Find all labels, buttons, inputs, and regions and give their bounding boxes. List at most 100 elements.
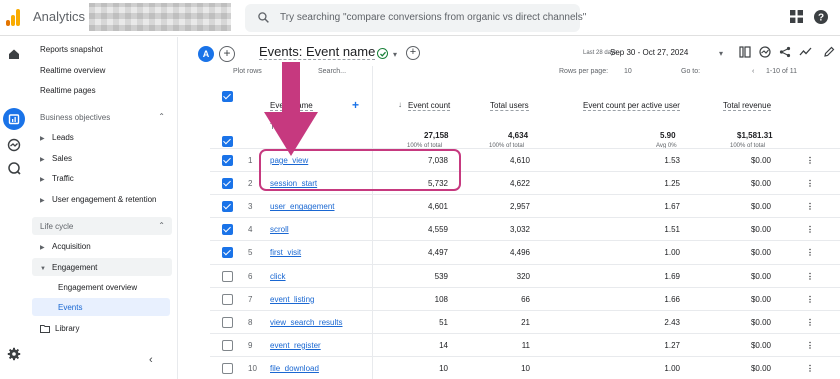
table-row[interactable]: 5 first_visit 4,497 4,496 1.00 $0.00 ⋮ [210, 240, 840, 263]
nav-engagement[interactable]: ▼ Engagement [40, 263, 97, 272]
row-checkbox[interactable] [222, 362, 233, 374]
nav-traffic[interactable]: ▶ Traffic [40, 174, 74, 183]
nav-realtime-pages[interactable]: Realtime pages [40, 86, 96, 95]
nav-library[interactable]: Library [40, 324, 79, 333]
rows-per-page-select[interactable]: 10 [624, 68, 632, 75]
row-checkbox[interactable] [222, 155, 233, 166]
edit-icon[interactable] [823, 46, 835, 58]
row-number: 6 [248, 271, 253, 281]
nav-leads[interactable]: ▶ Leads [40, 133, 74, 142]
nav-user-engagement-retention[interactable]: ▶ User engagement & retention [40, 195, 157, 204]
comparison-avatar[interactable]: A [198, 46, 214, 62]
total-users-cell: 10 [521, 363, 530, 373]
table-row[interactable]: 9 event_register 14 11 1.27 $0.00 ⋮ [210, 332, 840, 356]
select-all-checkbox[interactable] [222, 91, 233, 102]
explore-icon[interactable] [7, 138, 21, 152]
row-menu-icon[interactable]: ⋮ [806, 156, 814, 165]
nav-events[interactable]: Events [58, 303, 82, 312]
row-menu-icon[interactable]: ⋮ [806, 202, 814, 211]
table-search-input[interactable]: Search... [318, 68, 346, 75]
reports-icon[interactable] [7, 112, 21, 126]
event-name-link[interactable]: file_download [270, 364, 319, 373]
add-comparison-icon[interactable]: + [219, 46, 235, 62]
row-menu-icon[interactable]: ⋮ [806, 225, 814, 234]
event-name-link[interactable]: event_register [270, 341, 321, 350]
column-header-per-user[interactable]: Event count per active user [583, 101, 680, 111]
row-checkbox[interactable] [222, 293, 233, 305]
event-name-link[interactable]: user_engagement [270, 202, 335, 211]
row-checkbox[interactable] [222, 316, 233, 328]
total-users-cell: 11 [521, 340, 530, 350]
sort-desc-icon[interactable]: ↓ [398, 100, 402, 109]
column-header-total-users[interactable]: Total users [490, 101, 529, 111]
account-selector[interactable] [89, 3, 231, 31]
row-checkbox[interactable] [222, 247, 233, 259]
row-menu-icon[interactable]: ⋮ [806, 364, 814, 373]
nav-reports-snapshot[interactable]: Reports snapshot [40, 45, 103, 54]
collapse-nav-icon[interactable]: ‹ [149, 354, 153, 366]
table-row[interactable]: 4 scroll 4,559 3,032 1.51 $0.00 ⋮ [210, 217, 840, 240]
row-menu-icon[interactable]: ⋮ [806, 248, 814, 257]
event-name-link[interactable]: scroll [270, 225, 289, 234]
date-range-selector[interactable]: Sep 30 - Oct 27, 2024 [610, 48, 688, 57]
per-user-cell: 1.00 [664, 363, 680, 373]
row-menu-icon[interactable]: ⋮ [806, 179, 814, 188]
help-icon[interactable]: ? [814, 10, 828, 24]
nav-sales[interactable]: ▶ Sales [40, 154, 72, 163]
total-users-cell: 2,957 [509, 202, 530, 212]
table-row[interactable]: 6 click 539 320 1.69 $0.00 ⋮ [210, 263, 840, 287]
advertising-icon[interactable] [7, 161, 21, 175]
add-dimension-icon[interactable]: + [352, 98, 359, 112]
row-menu-icon[interactable]: ⋮ [806, 272, 814, 281]
chevron-up-icon[interactable]: ⌃ [158, 221, 165, 230]
plot-rows-button[interactable]: Plot rows [233, 68, 262, 75]
event-count-cell: 14 [439, 340, 448, 350]
event-name-link[interactable]: event_listing [270, 295, 314, 304]
chevron-up-icon[interactable]: ⌃ [158, 112, 165, 121]
home-icon[interactable] [7, 47, 21, 61]
table-row[interactable]: 7 event_listing 108 66 1.66 $0.00 ⋮ [210, 286, 840, 310]
event-count-cell: 4,601 [427, 202, 448, 212]
compare-icon[interactable] [739, 46, 751, 58]
event-name-link[interactable]: click [270, 272, 286, 281]
share-icon[interactable] [779, 46, 791, 58]
row-checkbox[interactable] [222, 224, 233, 236]
analytics-logo-icon[interactable] [6, 8, 20, 26]
total-event-count: 27,158 [424, 131, 449, 140]
row-menu-icon[interactable]: ⋮ [806, 341, 814, 350]
column-header-event-count[interactable]: Event count [408, 101, 451, 111]
settings-icon[interactable] [7, 347, 21, 361]
event-name-link[interactable]: first_visit [270, 248, 301, 257]
table-row[interactable]: 8 view_search_results 51 21 2.43 $0.00 ⋮ [210, 309, 840, 333]
nav-section-business-objectives[interactable]: Business objectives [40, 113, 110, 122]
page-title[interactable]: Events: Event name [259, 44, 376, 60]
nav-realtime-overview[interactable]: Realtime overview [40, 66, 105, 75]
goto-label[interactable]: Go to: [681, 68, 700, 75]
pagination-label: 1-10 of 11 [766, 68, 798, 75]
trend-icon[interactable] [799, 46, 812, 58]
nav-library-label: Library [55, 324, 80, 333]
row-checkbox[interactable] [222, 201, 233, 213]
row-checkbox[interactable] [222, 178, 233, 190]
table-row[interactable]: 3 user_engagement 4,601 2,957 1.67 $0.00 ⋮ [210, 194, 840, 217]
row-menu-icon[interactable]: ⋮ [806, 318, 814, 327]
search-box[interactable]: Try searching "compare conversions from … [245, 4, 586, 32]
check-circle-icon[interactable] [377, 48, 388, 59]
row-checkbox[interactable] [222, 339, 233, 351]
row-checkbox[interactable] [222, 270, 233, 282]
per-user-cell: 1.27 [664, 340, 680, 350]
nav-acquisition[interactable]: ▶ Acquisition [40, 242, 91, 251]
totals-checkbox[interactable] [222, 136, 233, 147]
column-header-total-revenue[interactable]: Total revenue [723, 101, 772, 111]
nav-section-life-cycle[interactable]: Life cycle [40, 222, 73, 231]
title-dropdown-icon[interactable]: ▾ [393, 50, 397, 59]
prev-page-icon[interactable]: ‹ [752, 68, 754, 75]
date-dropdown-icon[interactable]: ▾ [719, 49, 723, 58]
insights-icon[interactable] [759, 46, 771, 58]
nav-engagement-overview[interactable]: Engagement overview [58, 283, 137, 292]
add-report-icon[interactable]: + [406, 46, 420, 60]
table-row[interactable]: 10 file_download 10 10 1.00 $0.00 ⋮ [210, 355, 840, 379]
row-menu-icon[interactable]: ⋮ [806, 295, 814, 304]
apps-grid-icon[interactable] [790, 10, 803, 23]
event-name-link[interactable]: view_search_results [270, 318, 342, 327]
